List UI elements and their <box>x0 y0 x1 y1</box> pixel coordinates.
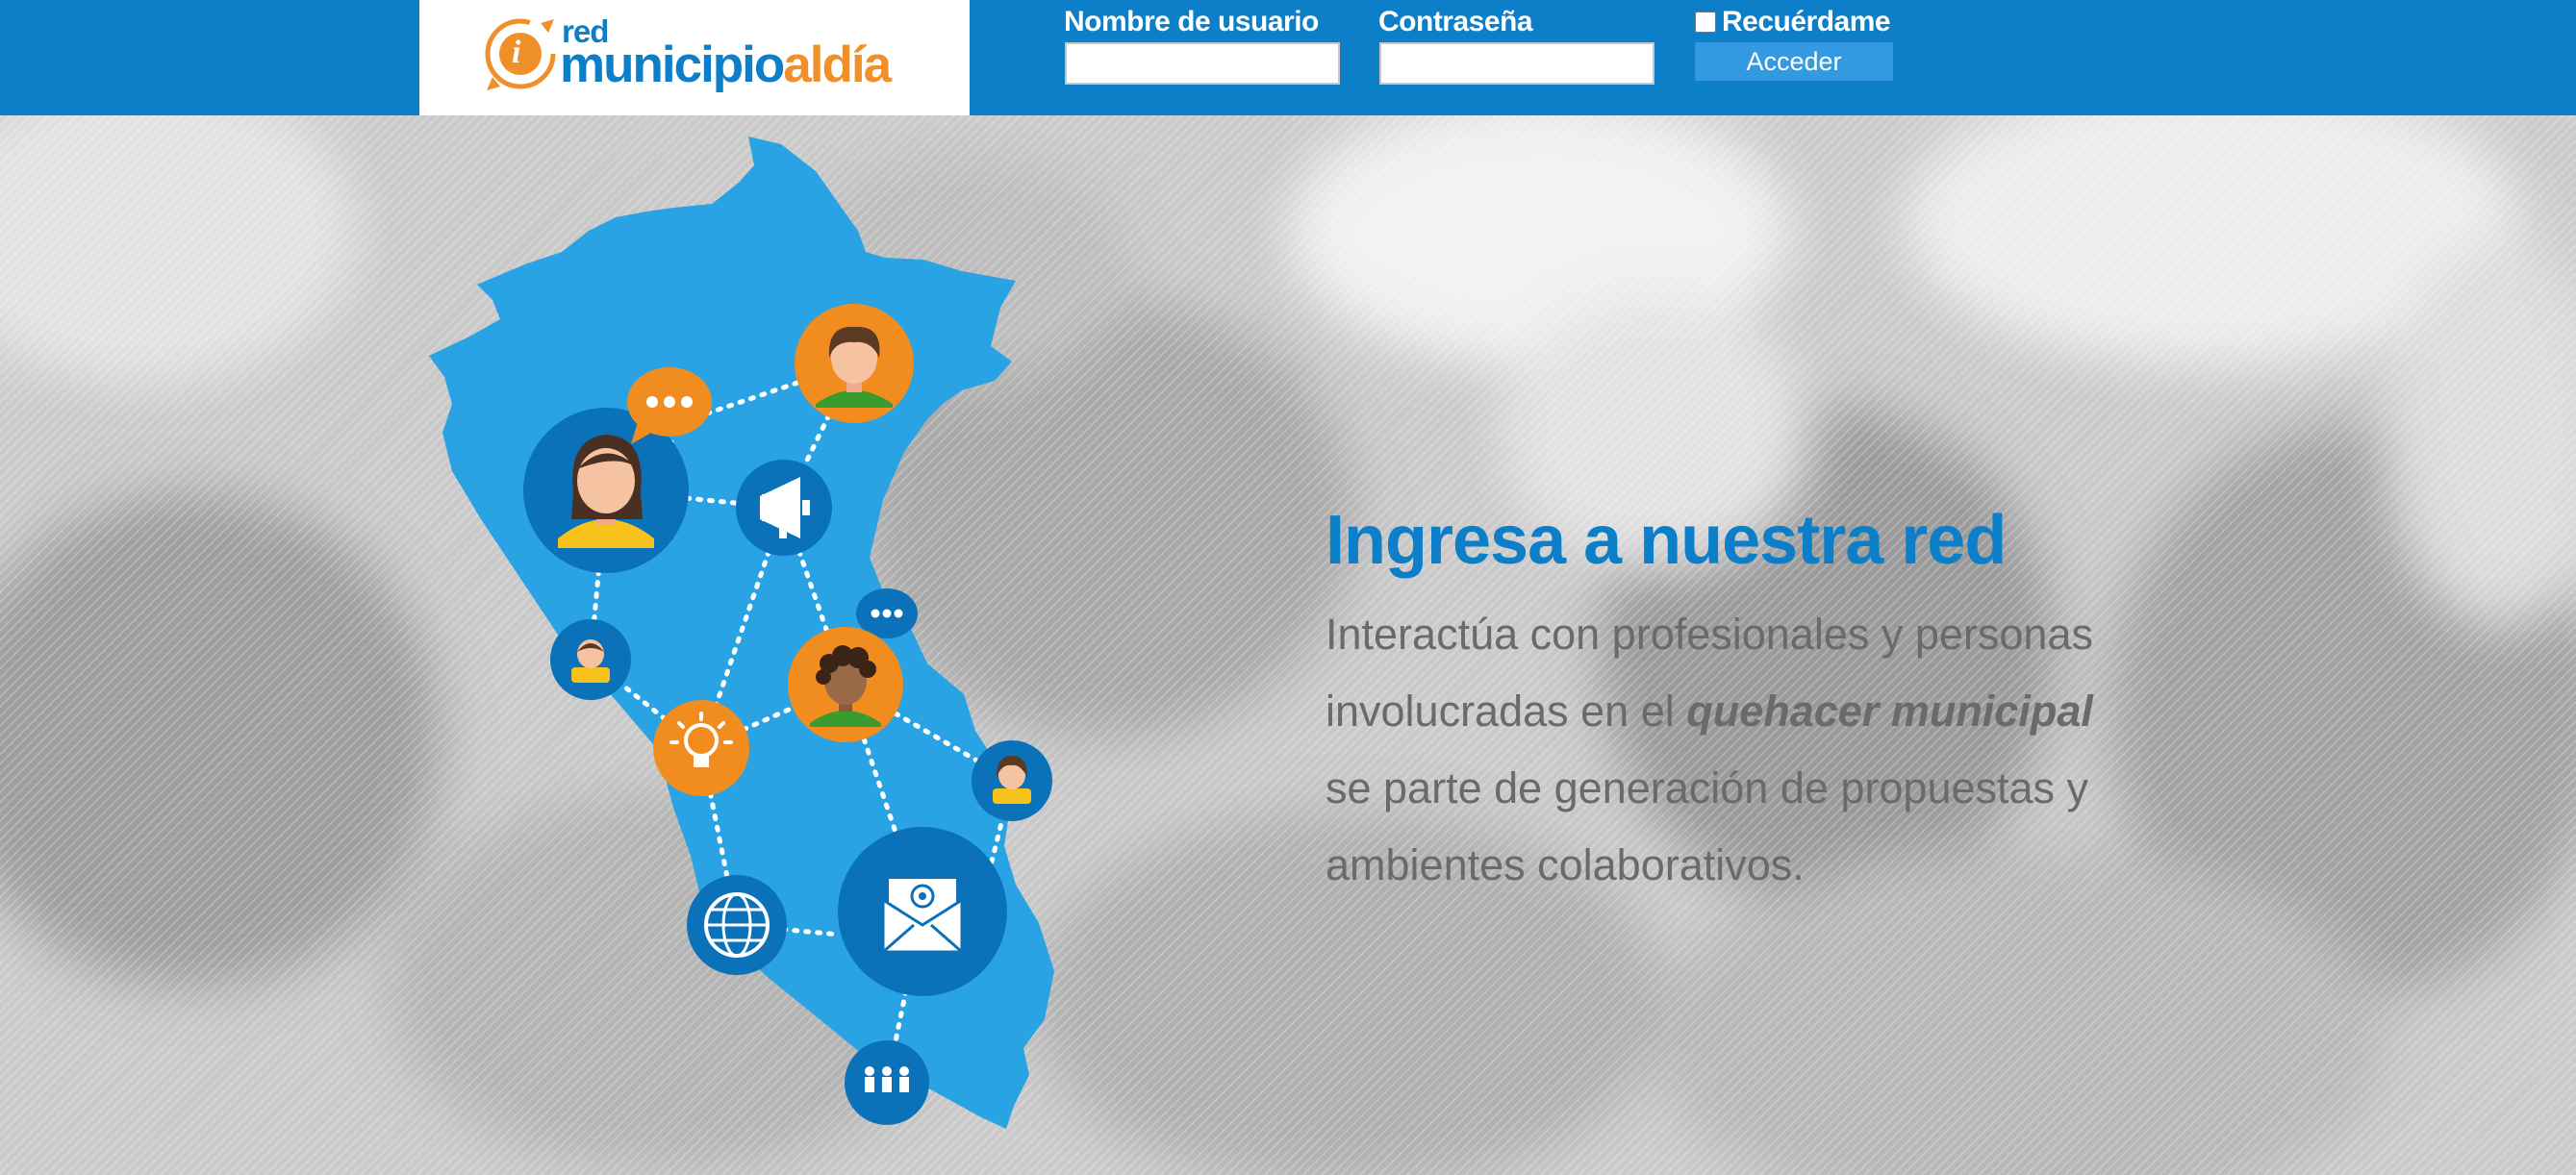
person-male-icon <box>550 619 631 700</box>
megaphone-icon <box>736 460 832 556</box>
hero-line-3: se parte de generación de propuestas y <box>1326 763 2089 812</box>
person-male-icon <box>788 627 903 742</box>
hero-line-1: Interactúa con profesionales y personas <box>1326 610 2093 659</box>
username-input[interactable] <box>1065 42 1340 85</box>
logo-wordmark: municipioaldía <box>560 35 892 96</box>
username-label: Nombre de usuario <box>1064 6 1319 38</box>
logo-badge-letter: i <box>512 35 521 70</box>
globe-icon <box>687 875 787 975</box>
hero-section: Ingresa a nuestra red Interactúa con pro… <box>0 115 2576 1175</box>
peru-network-map <box>429 137 1054 1129</box>
remember-checkbox[interactable] <box>1695 12 1716 33</box>
hero-line-2-prefix: involucradas en el <box>1326 687 1687 736</box>
lightbulb-icon <box>653 700 749 796</box>
remember-me[interactable]: Recuérdame <box>1695 6 1891 38</box>
person-male-icon <box>795 304 914 423</box>
password-label: Contraseña <box>1378 6 1533 38</box>
hero-line-2: involucradas en el quehacer municipal <box>1326 673 2287 750</box>
logo-part2: aldía <box>783 37 892 93</box>
hero-description: Interactúa con profesionales y personas … <box>1326 596 2287 904</box>
logo-part1: municipio <box>560 37 785 93</box>
email-icon <box>838 827 1007 996</box>
logo[interactable]: i red municipioaldía <box>419 0 970 115</box>
hero-line-4: ambientes colaborativos. <box>1326 840 1805 889</box>
remember-label: Recuérdame <box>1722 6 1891 38</box>
password-input[interactable] <box>1379 42 1654 85</box>
hero-title: Ingresa a nuestra red <box>1326 502 2007 579</box>
top-bar: i red municipioaldía Nombre de usuario C… <box>0 0 2576 115</box>
hero-emphasis: quehacer municipal <box>1686 687 2093 736</box>
person-female-icon <box>972 740 1052 821</box>
group-icon <box>845 1040 929 1125</box>
hero-text: Ingresa a nuestra red Interactúa con pro… <box>1326 492 2287 904</box>
login-button[interactable]: Acceder <box>1695 42 1893 81</box>
